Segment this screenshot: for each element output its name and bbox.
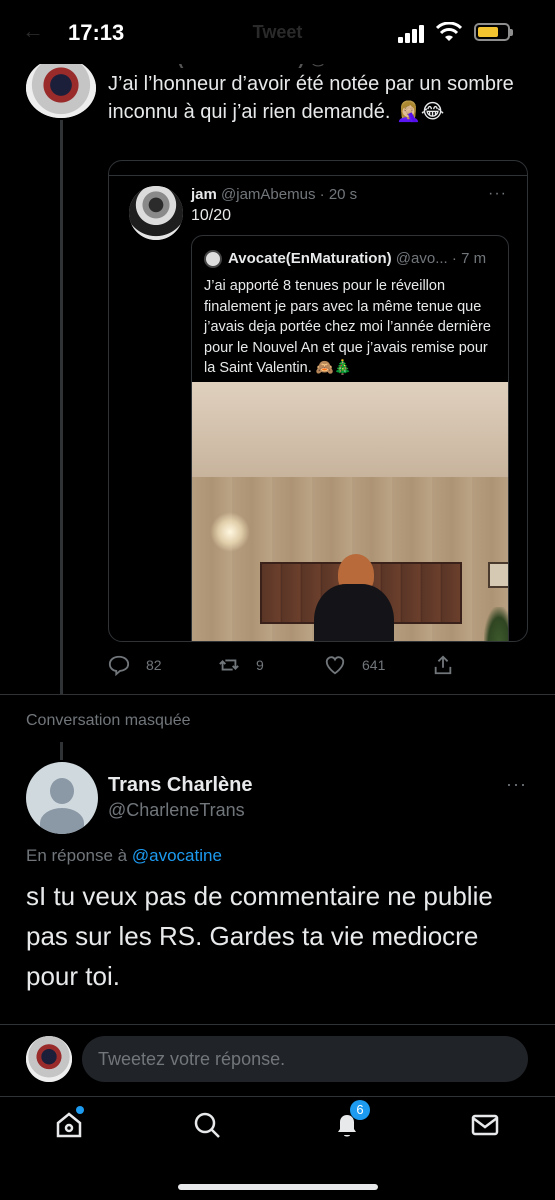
photo-lamp — [210, 512, 250, 552]
tab-home[interactable] — [54, 1106, 84, 1140]
retweet-icon — [219, 659, 239, 671]
divider — [0, 1024, 555, 1025]
share-icon — [434, 655, 452, 675]
reply-count: 82 — [146, 657, 162, 673]
quoted-timestamp: 20 s — [328, 186, 358, 203]
tweet-actions: 82 9 641 — [108, 654, 528, 676]
notification-badge: 6 — [350, 1100, 370, 1120]
like-count: 641 — [362, 657, 386, 673]
avatar[interactable] — [26, 58, 96, 118]
photo-ceiling — [192, 382, 508, 477]
search-icon — [194, 1112, 220, 1138]
mail-icon — [471, 1114, 499, 1136]
reply-context: En réponse à @avocatine — [26, 846, 222, 866]
retweet-button[interactable]: 9 — [218, 654, 264, 676]
avatar[interactable] — [26, 1036, 72, 1082]
reply-tweet-text: sI tu veux pas de commentaire ne publie … — [26, 881, 493, 991]
status-bar: ← Tweet 17:13 — [0, 0, 555, 64]
reply-icon — [108, 655, 130, 676]
battery-level — [478, 27, 499, 37]
photo-person — [310, 554, 394, 641]
tab-bar: 6 — [0, 1100, 555, 1160]
wifi-icon — [436, 22, 462, 41]
status-time: 17:13 — [68, 20, 125, 45]
reply-button[interactable]: 82 — [108, 654, 162, 676]
quoted-author: jam @jamAbemus · 20 s — [191, 186, 358, 203]
like-button[interactable]: 641 — [324, 654, 385, 676]
masked-conversation-label[interactable]: Conversation masquée — [26, 712, 191, 730]
photo-frame — [488, 562, 508, 588]
home-indicator — [178, 1184, 378, 1190]
tweet-text: J’ai l’honneur d’avoir été notée par un … — [108, 73, 514, 123]
retweet-count: 9 — [256, 657, 264, 673]
battery-icon — [474, 23, 513, 41]
tab-messages[interactable] — [470, 1110, 500, 1140]
nested-author-name: Avocate(EnMaturation) — [228, 250, 392, 267]
avatar — [204, 250, 222, 268]
divider — [0, 1096, 555, 1097]
photo-plant — [484, 607, 508, 641]
reply-author-name[interactable]: Trans Charlène — [108, 774, 253, 797]
reply-input[interactable]: Tweetez votre réponse. — [82, 1036, 528, 1082]
quoted-author-handle: @jamAbemus — [221, 186, 316, 203]
nested-author: Avocate(EnMaturation) @avo... · 7 m — [228, 250, 487, 267]
reply-to-mention[interactable]: @avocatine — [132, 846, 222, 865]
home-icon — [56, 1112, 82, 1138]
divider — [0, 694, 555, 695]
quoted-author-name: jam — [191, 186, 217, 203]
tab-search[interactable] — [192, 1110, 222, 1140]
default-avatar-icon[interactable] — [26, 762, 98, 834]
cellular-signal-icon — [398, 25, 426, 43]
avatar — [129, 186, 183, 240]
thread-line — [60, 120, 63, 695]
divider — [109, 175, 527, 176]
thread-line — [60, 742, 63, 760]
share-button[interactable] — [432, 654, 454, 676]
tweet-photo[interactable] — [192, 382, 508, 641]
home-notification-dot — [76, 1106, 84, 1114]
nested-author-handle: @avo... — [395, 250, 448, 267]
tab-notifications[interactable]: 6 — [332, 1100, 370, 1140]
compose-bar: Tweetez votre réponse. — [0, 1026, 555, 1092]
nested-quoted-tweet[interactable]: Avocate(EnMaturation) @avo... · 7 m J’ai… — [191, 235, 509, 641]
quoted-tweet-text: 10/20 — [191, 207, 232, 224]
heart-icon — [325, 656, 345, 675]
more-options-icon[interactable]: ··· — [506, 774, 527, 795]
nested-timestamp: 7 m — [461, 250, 487, 267]
reply-author-handle[interactable]: @CharleneTrans — [108, 800, 245, 821]
quoted-tweet-card[interactable]: jam @jamAbemus · 20 s ··· 10/20 Avocate(… — [108, 160, 528, 642]
reply-to-prefix: En réponse à — [26, 846, 128, 865]
nested-tweet-text: J’ai apporté 8 tenues pour le réveillon … — [204, 278, 491, 376]
more-options-icon[interactable]: ··· — [488, 185, 507, 203]
